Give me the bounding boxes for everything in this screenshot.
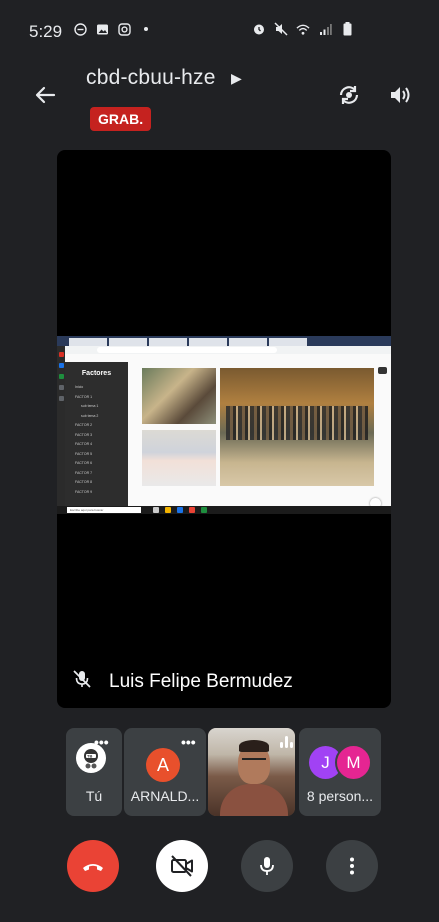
sidebar-item: FACTOR 2	[75, 423, 93, 427]
site-content	[128, 362, 391, 509]
end-call-button[interactable]	[67, 840, 119, 892]
mic-off-icon	[71, 668, 93, 690]
sidebar-item: FACTOR 4	[75, 442, 93, 446]
meeting-code[interactable]: cbd-cbuu-hze	[86, 66, 216, 90]
group-photo	[142, 368, 216, 424]
arrow-back-icon	[35, 86, 56, 104]
app-icon	[58, 374, 64, 379]
sidebar-item: FACTOR 5	[75, 451, 93, 456]
sidebar-item: Inicio	[75, 385, 84, 389]
browser-tab	[109, 338, 147, 346]
shared-screen: Factores Inicio FACTOR 1 sub tema 1 sub …	[57, 336, 391, 514]
site-sidebar: Factores Inicio FACTOR 1 sub tema 1 sub …	[65, 362, 128, 506]
sidebar-item: FACTOR 7	[75, 470, 93, 475]
taskbar-app-icon	[177, 507, 183, 513]
avatar: M	[335, 744, 372, 781]
group-photo	[220, 368, 374, 486]
participants-overflow-tile[interactable]: J M 8 person...	[299, 728, 381, 816]
sidebar-item: FACTOR 9	[75, 489, 93, 494]
status-icons-right	[252, 22, 354, 36]
app-icon	[58, 352, 64, 357]
sidebar-item: sub tema 1	[81, 404, 99, 408]
wifi-icon	[296, 22, 310, 36]
browser-tab	[269, 338, 307, 346]
notification-dot-icon	[139, 22, 153, 36]
videocam-off-icon	[171, 855, 193, 877]
phone-hangup-icon	[83, 864, 103, 871]
zoom-icon	[378, 367, 387, 374]
alarm-icon	[252, 22, 266, 36]
app-icon	[58, 396, 64, 401]
taskbar-app-icon	[153, 507, 159, 513]
browser-tab	[229, 338, 267, 346]
participant-label: Tú	[85, 788, 103, 804]
battery-icon	[340, 22, 354, 36]
sidebar-item: FACTOR 1	[75, 394, 93, 399]
volume-icon	[391, 87, 410, 103]
do-not-disturb-icon	[73, 22, 87, 36]
participant-tile-self[interactable]: ••• TB Tú	[66, 728, 122, 816]
switch-camera-icon	[339, 86, 359, 104]
participant-tile[interactable]: ••• A ARNALD...	[124, 728, 206, 816]
recording-badge: GRAB.	[90, 107, 152, 131]
browser-tab-strip	[57, 336, 391, 346]
audio-output-button[interactable]	[385, 80, 415, 110]
app-icon	[58, 363, 64, 368]
sidebar-title: Factores	[81, 370, 112, 377]
main-video-tile[interactable]: Factores Inicio FACTOR 1 sub tema 1 sub …	[57, 150, 391, 708]
mute-icon	[274, 22, 288, 36]
status-icons-left	[73, 22, 153, 36]
taskbar-app-icon	[165, 507, 171, 513]
avatar: A	[146, 748, 180, 782]
avatar: TB	[76, 743, 106, 773]
bookmarks-bar	[57, 354, 391, 362]
more-vert-icon	[350, 857, 354, 875]
speaking-indicator-icon	[280, 736, 293, 748]
camera-toggle-button[interactable]	[156, 840, 208, 892]
svg-text:TB: TB	[87, 754, 92, 759]
gallery-icon	[95, 22, 109, 36]
taskbar-app-icon	[189, 507, 195, 513]
back-button[interactable]	[30, 80, 60, 110]
sidebar-item: FACTOR 3	[75, 432, 93, 437]
url-field	[97, 347, 277, 353]
browser-tab	[189, 338, 227, 346]
microphone-button[interactable]	[241, 840, 293, 892]
more-options-button[interactable]	[326, 840, 378, 892]
signal-icon	[318, 22, 332, 36]
participant-video-tile[interactable]	[208, 728, 295, 816]
status-bar: 5:29	[0, 0, 439, 60]
sidebar-item: FACTOR 6	[75, 461, 93, 465]
app-rail	[57, 346, 65, 506]
switch-camera-button[interactable]	[334, 80, 364, 110]
participant-label: ARNALD...	[130, 788, 200, 804]
taskbar-app-icon	[201, 507, 207, 513]
windows-taskbar: Escribe aquí para buscar	[57, 506, 391, 514]
mic-icon	[260, 857, 274, 875]
url-bar	[57, 346, 391, 354]
participant-label: 8 person...	[306, 788, 374, 804]
sidebar-item: FACTOR 8	[75, 480, 93, 484]
taskbar-search: Escribe aquí para buscar	[67, 507, 141, 513]
browser-tab	[69, 338, 107, 346]
sidebar-item: sub tema 2	[81, 413, 99, 418]
group-photo	[142, 430, 216, 486]
browser-tab	[149, 338, 187, 346]
status-time: 5:29	[29, 22, 63, 41]
app-icon	[58, 385, 64, 390]
main-participant-name: Luis Felipe Bermudez	[109, 671, 293, 692]
instagram-icon	[117, 22, 131, 36]
caret-right-icon[interactable]: ▶	[231, 70, 242, 87]
more-options-icon[interactable]: •••	[181, 734, 196, 750]
